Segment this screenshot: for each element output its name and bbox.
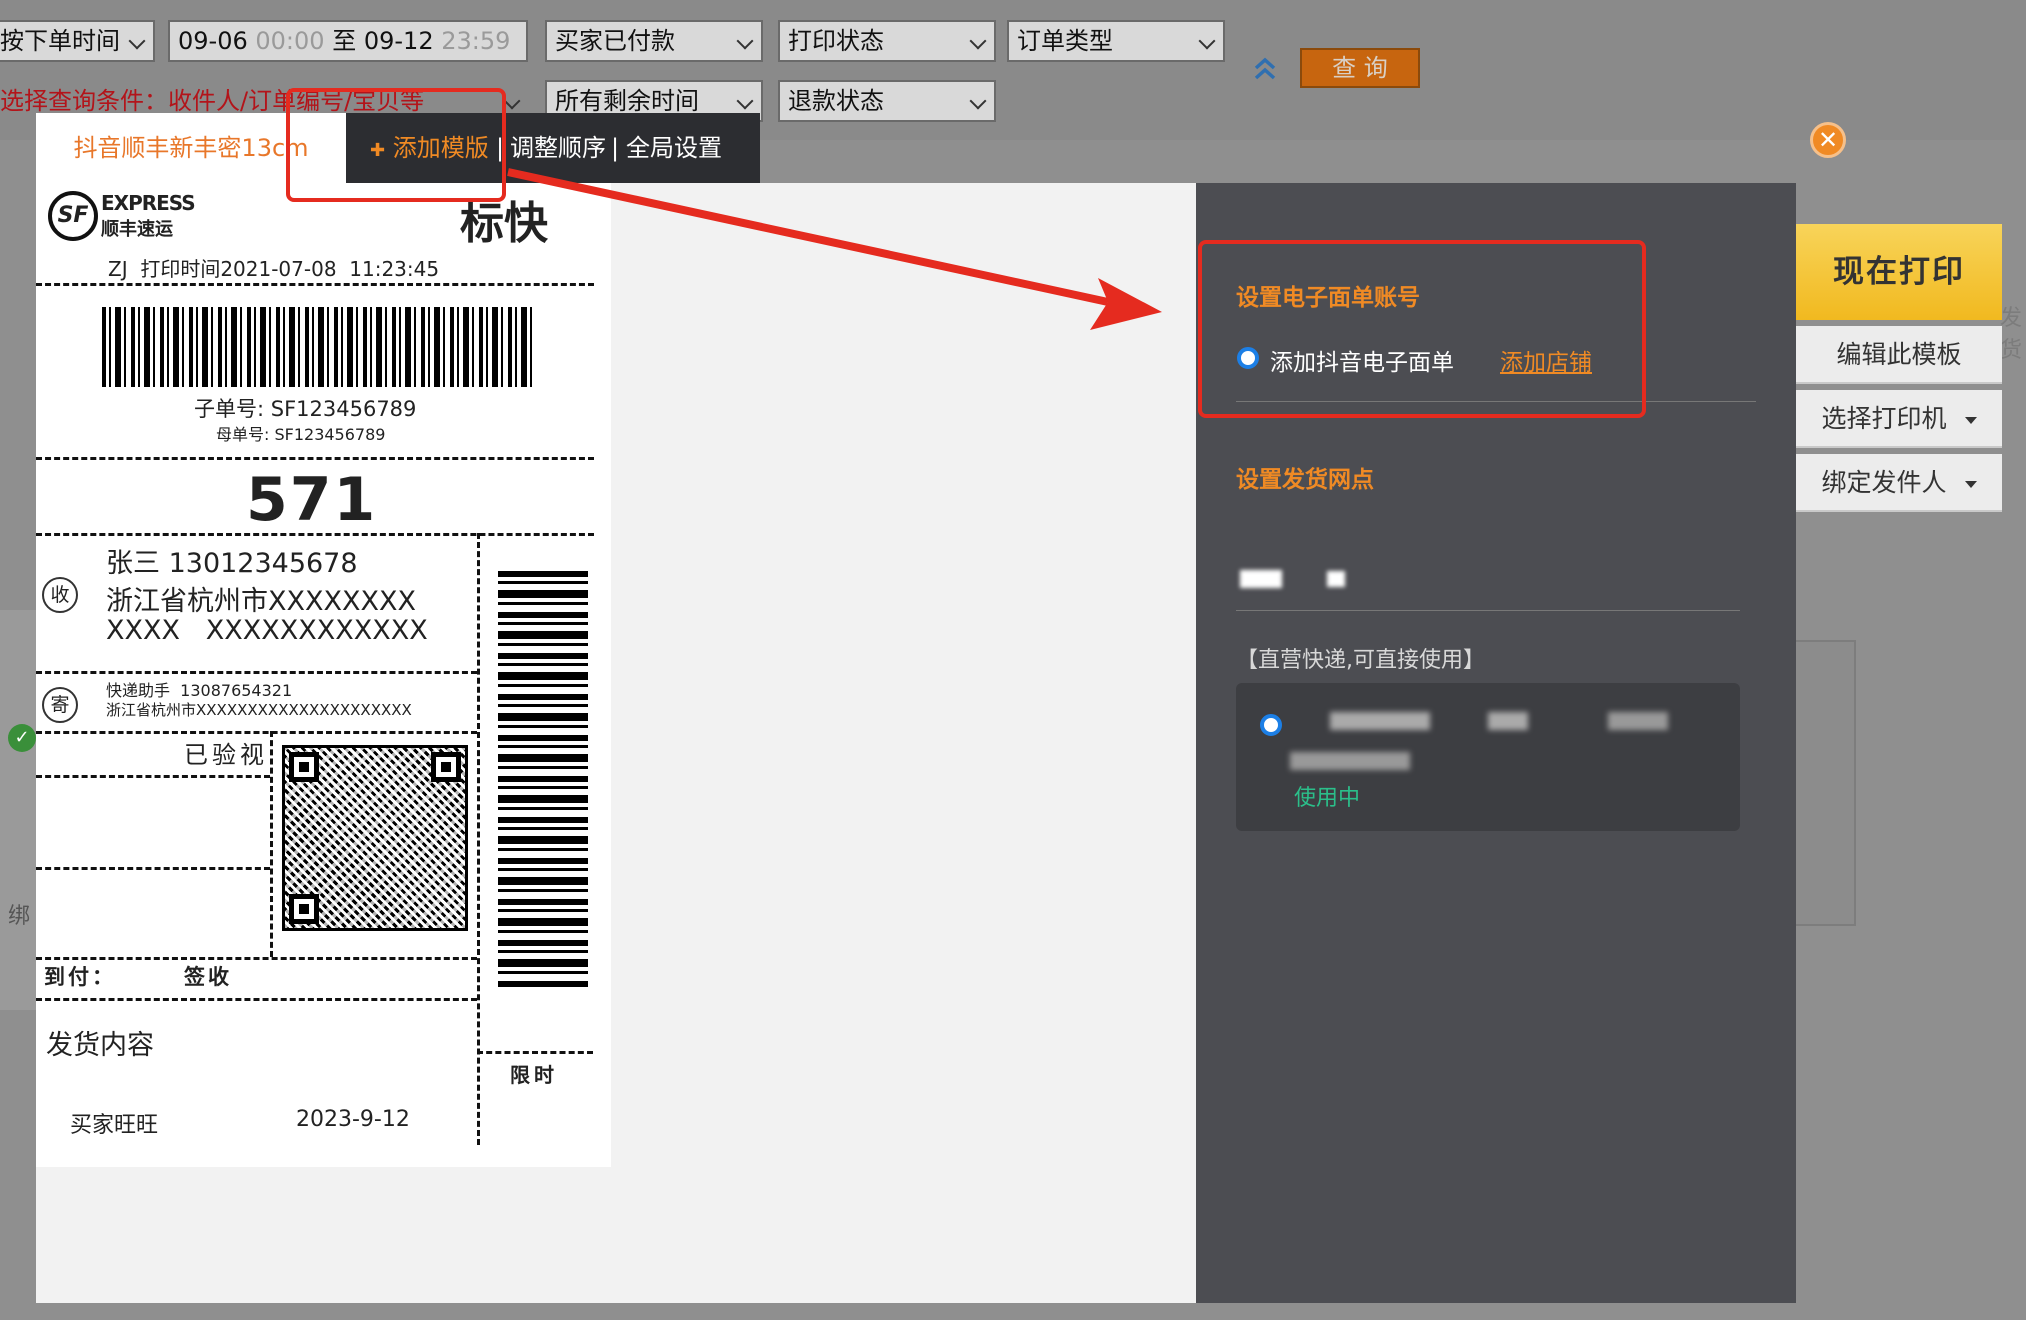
qr-finder <box>431 752 461 782</box>
qr-finder <box>289 752 319 782</box>
annotation-arrow <box>507 168 1162 330</box>
qr-finder <box>289 894 319 924</box>
